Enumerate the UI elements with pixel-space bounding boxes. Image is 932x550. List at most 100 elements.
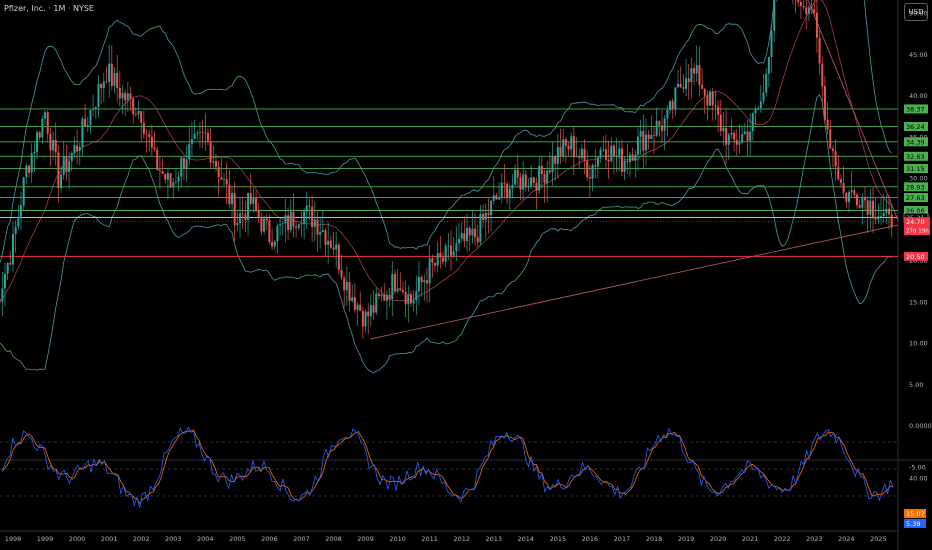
candle-body: [206, 133, 209, 142]
candle-body: [514, 169, 517, 185]
candle-body: [263, 218, 266, 232]
candle-body: [564, 139, 567, 146]
candle-body: [404, 292, 407, 305]
candle-body: [677, 83, 680, 88]
candle-body: [289, 211, 292, 230]
candle-body: [527, 185, 530, 187]
candle-body: [586, 160, 589, 178]
candle-body: [570, 136, 573, 150]
bar-countdown-label: 27d 19h: [906, 229, 929, 235]
candle-body: [305, 205, 308, 212]
candle-body: [327, 240, 330, 245]
candle-body: [506, 183, 509, 199]
candle-body: [297, 224, 300, 228]
candle-body: [466, 227, 469, 242]
candle-body: [725, 127, 728, 145]
candle-body: [607, 159, 610, 162]
candle-body: [212, 161, 215, 163]
candle-body: [3, 273, 6, 289]
time-axis-tick-label: 2021: [742, 535, 759, 543]
candle-body: [348, 281, 351, 301]
candle-body: [228, 184, 231, 205]
candle-body: [818, 37, 821, 64]
candle-body: [516, 169, 519, 178]
candle-body: [321, 230, 324, 233]
candle-body: [388, 294, 391, 299]
candle-body: [604, 149, 607, 160]
candle-body: [335, 244, 338, 250]
candle-body: [241, 213, 244, 215]
bollinger-lower-line: [0, 94, 892, 374]
candle-body: [474, 228, 477, 238]
candle-body: [463, 233, 466, 242]
candle-body: [94, 106, 97, 109]
candle-body: [332, 247, 335, 250]
candle-body: [164, 173, 167, 180]
candle-body: [500, 182, 503, 198]
candle-body: [863, 197, 866, 201]
time-axis-tick-label: 2011: [421, 535, 438, 543]
candle-body: [97, 83, 100, 107]
level-price-label: 34.39: [906, 138, 925, 146]
candle-body: [142, 122, 145, 134]
price-axis-tick-label: 10.00: [909, 340, 928, 348]
candle-body: [743, 131, 746, 135]
candle-body: [602, 149, 605, 151]
candle-body: [76, 145, 79, 151]
candle-body: [647, 134, 650, 140]
candle-body: [284, 215, 287, 224]
candle-body: [1, 288, 4, 302]
candle-body: [319, 232, 322, 235]
candle-body: [770, 30, 773, 57]
candle-body: [746, 131, 749, 141]
candle-body: [54, 140, 57, 153]
candle-body: [671, 101, 674, 110]
candle-body: [484, 212, 487, 221]
candle-body: [33, 151, 36, 154]
candle-body: [749, 131, 752, 141]
candle-body: [311, 206, 314, 227]
candle-body: [353, 297, 356, 310]
candle-body: [415, 291, 418, 301]
candle-body: [148, 134, 151, 137]
candle-body: [556, 146, 559, 164]
currency-button[interactable]: USD: [904, 3, 928, 21]
candle-body: [401, 290, 404, 293]
candle-body: [503, 182, 506, 184]
candle-body: [807, 7, 810, 14]
candle-body: [695, 65, 698, 74]
candle-body: [377, 293, 380, 297]
time-axis-tick-label: 2015: [550, 535, 567, 543]
time-axis-tick-label: 2008: [325, 535, 342, 543]
candle-body: [631, 154, 634, 161]
candle-body: [551, 156, 554, 173]
candle-body: [842, 182, 845, 193]
candle-body: [22, 177, 25, 206]
time-axis-tick-label: 2022: [774, 535, 791, 543]
candle-body: [30, 153, 33, 173]
candle-body: [158, 170, 161, 172]
candle-body: [444, 245, 447, 262]
time-axis-tick-label: 2019: [678, 535, 695, 543]
candle-body: [583, 148, 586, 161]
candle-body: [685, 78, 688, 89]
candle-body: [754, 108, 757, 114]
price-axis-tick-label: 40.00: [909, 92, 928, 100]
chart-canvas[interactable]: 95.0090.0085.0080.0075.0070.0065.0060.00…: [0, 0, 932, 550]
candle-body: [498, 197, 501, 200]
candle-body: [845, 192, 848, 203]
candle-body: [425, 280, 428, 284]
time-axis-tick-label: 2020: [710, 535, 727, 543]
candle-body: [81, 118, 84, 147]
candle-body: [49, 133, 52, 151]
candle-body: [623, 160, 626, 172]
candle-body: [231, 193, 234, 205]
candle-body: [759, 101, 762, 108]
time-axis-tick-label: 2018: [646, 535, 663, 543]
candle-body: [65, 156, 68, 173]
time-axis-tick-label: 1999: [37, 535, 54, 543]
candle-body: [522, 174, 525, 190]
candle-body: [188, 143, 191, 160]
level-price-label: 27.63: [906, 194, 925, 202]
candle-body: [417, 276, 420, 292]
